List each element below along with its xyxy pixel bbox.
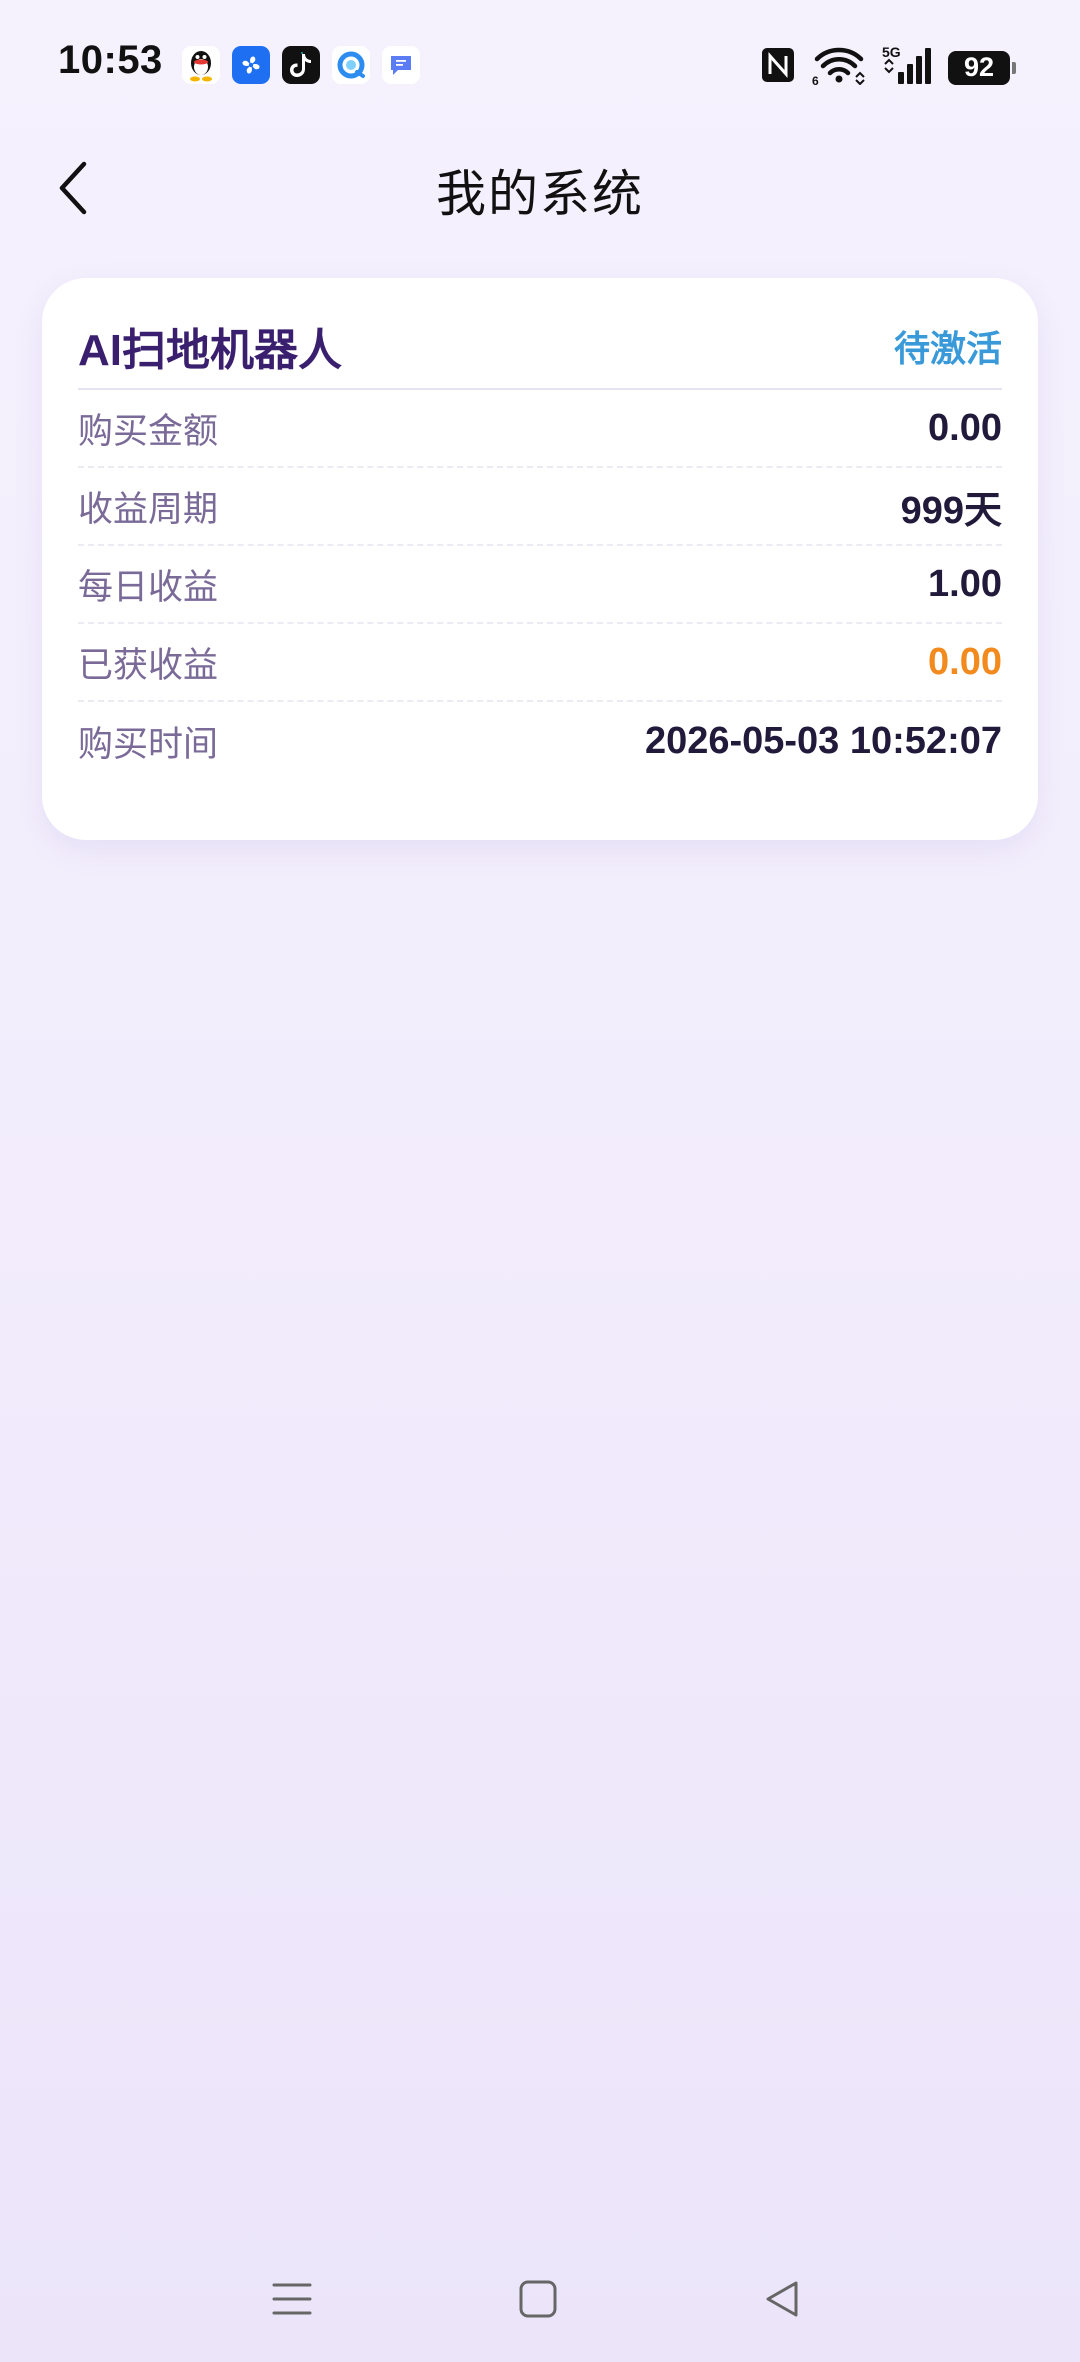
status-badge[interactable]: 待激活 <box>894 320 1002 372</box>
row-value: 0.00 <box>928 640 1002 683</box>
page-title: 我的系统 <box>436 166 644 222</box>
system-nav-bar <box>0 2225 1080 2362</box>
menu-nav-button[interactable] <box>262 2269 322 2329</box>
svg-text:5G: 5G <box>882 44 901 60</box>
system-card[interactable]: AI扫地机器人 待激活 购买金额 0.00 收益周期 999天 每日收益 1.0… <box>42 278 1038 840</box>
row-earning-period: 收益周期 999天 <box>78 468 1002 546</box>
row-earned: 已获收益 0.00 <box>78 624 1002 702</box>
triangle-back-icon <box>766 2281 798 2317</box>
system-status-icons: 6 5G 92 <box>760 44 1016 91</box>
square-icon <box>519 2280 557 2318</box>
row-label: 收益周期 <box>78 489 219 529</box>
row-value: 999天 <box>900 489 1002 532</box>
row-label: 已获收益 <box>78 645 219 685</box>
battery-level: 92 <box>963 52 995 82</box>
card-title: AI扫地机器人 <box>78 326 342 375</box>
row-value: 1.00 <box>928 562 1002 605</box>
svg-text:6: 6 <box>812 74 819 85</box>
signal-5g-icon: 5G <box>882 44 932 91</box>
header: 我的系统 <box>0 130 1080 250</box>
qq-icon <box>182 46 220 84</box>
wifi-icon: 6 <box>812 45 866 90</box>
row-purchase-amount: 购买金额 0.00 <box>78 390 1002 468</box>
row-purchase-time: 购买时间 2026-05-03 10:52:07 <box>78 702 1002 780</box>
status-time: 10:53 <box>58 38 163 82</box>
row-value: 0.00 <box>928 406 1002 449</box>
back-nav-button[interactable] <box>752 2269 812 2329</box>
row-label: 每日收益 <box>78 567 219 607</box>
battery-icon: 92 <box>948 50 1016 85</box>
browser-icon <box>332 46 370 84</box>
menu-icon <box>272 2283 312 2315</box>
status-bar: 10:53 6 5G 92 <box>0 0 1080 130</box>
row-daily-earning: 每日收益 1.00 <box>78 546 1002 624</box>
detail-rows: 购买金额 0.00 收益周期 999天 每日收益 1.00 已获收益 0.00 … <box>78 390 1002 780</box>
tiktok-icon <box>282 46 320 84</box>
nfc-icon <box>760 46 796 89</box>
message-icon <box>382 46 420 84</box>
row-label: 购买时间 <box>78 724 219 764</box>
fan-app-icon <box>232 46 270 84</box>
row-value: 2026-05-03 10:52:07 <box>644 719 1002 762</box>
notification-icons <box>182 46 420 84</box>
row-label: 购买金额 <box>78 411 219 451</box>
home-nav-button[interactable] <box>508 2269 568 2329</box>
